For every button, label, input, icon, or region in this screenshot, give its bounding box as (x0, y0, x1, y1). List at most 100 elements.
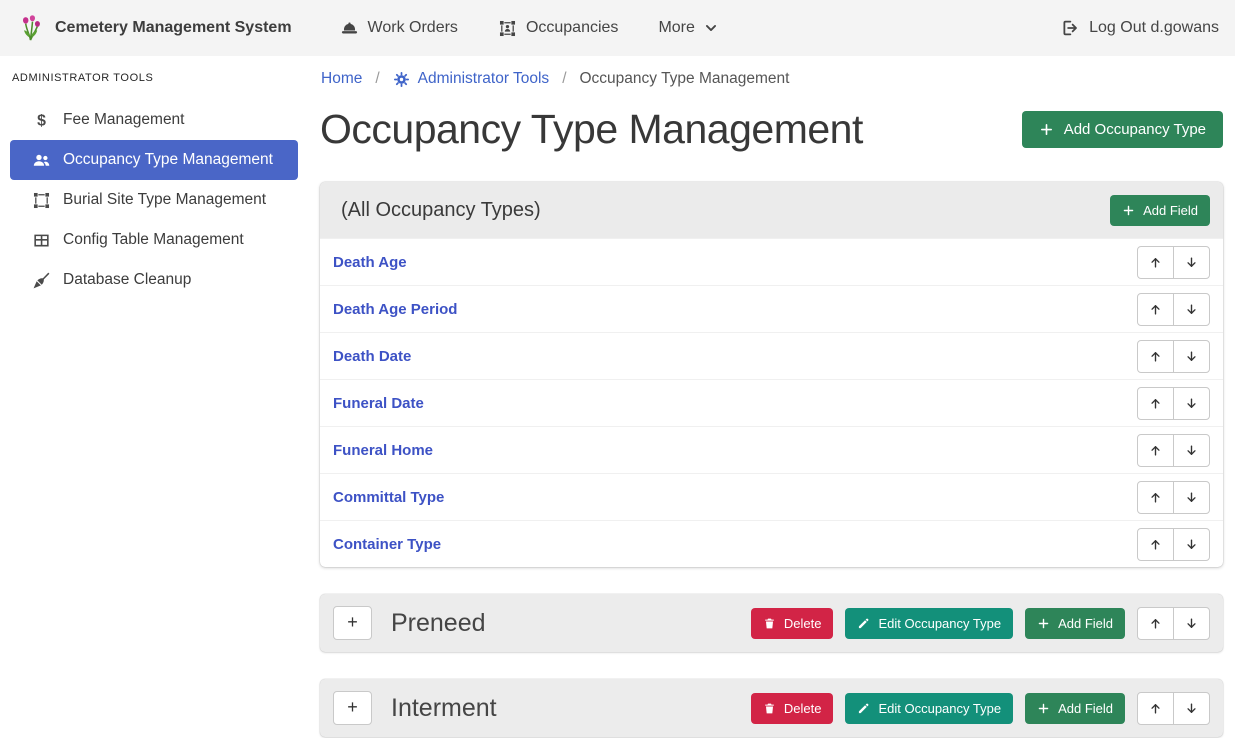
sidebar-item-config-table-management[interactable]: Config Table Management (10, 220, 298, 260)
sidebar-item-database-cleanup[interactable]: Database Cleanup (10, 260, 298, 300)
sidebar-item-label: Burial Site Type Management (63, 191, 266, 209)
move-up-button[interactable] (1137, 246, 1174, 279)
reorder-buttons (1137, 340, 1210, 373)
arrow-up-icon (1148, 443, 1163, 458)
move-up-button[interactable] (1137, 481, 1174, 514)
delete-button[interactable]: Delete (751, 693, 834, 724)
top-navbar: Cemetery Management System Work Orders O… (0, 0, 1235, 56)
nav-item-work-orders[interactable]: Work Orders (320, 19, 478, 38)
logout-label: Log Out d.gowans (1089, 19, 1219, 37)
logout-icon (1061, 19, 1079, 37)
move-up-button[interactable] (1137, 607, 1174, 640)
sidebar-item-fee-management[interactable]: $ Fee Management (10, 100, 298, 140)
move-up-button[interactable] (1137, 528, 1174, 561)
field-row-container-type: Container Type (320, 520, 1223, 567)
person-booth-icon (498, 19, 517, 38)
all-occupancy-types-card: (All Occupancy Types) Add Field Death Ag… (320, 182, 1223, 567)
field-link-container-type[interactable]: Container Type (333, 536, 441, 553)
nav-item-more[interactable]: More (638, 19, 737, 37)
reorder-buttons (1137, 293, 1210, 326)
move-up-button[interactable] (1137, 692, 1174, 725)
add-field-label: Add Field (1143, 203, 1198, 218)
field-link-committal-type[interactable]: Committal Type (333, 489, 444, 506)
breadcrumb: Home/Administrator Tools/Occupancy Type … (320, 70, 1223, 88)
dollar-icon: $ (31, 111, 51, 130)
arrow-down-icon (1184, 302, 1199, 317)
broom-icon (31, 271, 51, 290)
move-up-button[interactable] (1137, 293, 1174, 326)
arrow-up-icon (1148, 537, 1163, 552)
edit-occupancy-type-button[interactable]: Edit Occupancy Type (845, 693, 1013, 724)
occupancy-type-sections: + Preneed Delete Edit Occupancy Type Add… (320, 594, 1223, 737)
sidebar-item-label: Config Table Management (63, 231, 244, 249)
plus-icon (1122, 204, 1135, 217)
move-up-button[interactable] (1137, 434, 1174, 467)
edit-occupancy-type-button[interactable]: Edit Occupancy Type (845, 608, 1013, 639)
occupancy-type-name: Interment (391, 694, 497, 723)
sidebar: ADMINISTRATOR TOOLS $ Fee Management Occ… (0, 56, 310, 738)
field-row-death-age-period: Death Age Period (320, 285, 1223, 332)
arrow-down-icon (1184, 396, 1199, 411)
plus-icon (1037, 617, 1050, 630)
field-link-death-age-period[interactable]: Death Age Period (333, 301, 457, 318)
trash-icon (763, 702, 776, 715)
move-up-button[interactable] (1137, 340, 1174, 373)
field-link-funeral-date[interactable]: Funeral Date (333, 395, 424, 412)
expand-button[interactable]: + (333, 606, 372, 640)
occupancy-type-section-preneed: + Preneed Delete Edit Occupancy Type Add… (320, 594, 1223, 652)
arrow-up-icon (1148, 701, 1163, 716)
reorder-buttons (1137, 528, 1210, 561)
breadcrumb-occupancy-type-management: Occupancy Type Management (580, 70, 790, 88)
arrow-up-icon (1148, 396, 1163, 411)
breadcrumb-administrator-tools[interactable]: Administrator Tools (393, 70, 550, 88)
tulips-logo-icon (18, 15, 45, 42)
expand-button[interactable]: + (333, 691, 372, 725)
move-down-button[interactable] (1173, 528, 1210, 561)
sidebar-item-burial-site-type-management[interactable]: Burial Site Type Management (10, 180, 298, 220)
add-occupancy-type-button[interactable]: Add Occupancy Type (1022, 111, 1223, 148)
move-down-button[interactable] (1173, 607, 1210, 640)
chevron-down-icon (704, 21, 718, 35)
vector-square-icon (31, 191, 51, 210)
move-down-button[interactable] (1173, 340, 1210, 373)
arrow-down-icon (1184, 255, 1199, 270)
delete-button[interactable]: Delete (751, 608, 834, 639)
arrow-up-icon (1148, 302, 1163, 317)
occupancy-type-name: Preneed (391, 609, 486, 638)
table-icon (31, 231, 51, 250)
move-down-button[interactable] (1173, 692, 1210, 725)
move-up-button[interactable] (1137, 387, 1174, 420)
app-title[interactable]: Cemetery Management System (55, 19, 292, 37)
field-link-death-age[interactable]: Death Age (333, 254, 407, 271)
breadcrumb-home[interactable]: Home (321, 70, 362, 88)
move-down-button[interactable] (1173, 246, 1210, 279)
field-row-committal-type: Committal Type (320, 473, 1223, 520)
arrow-down-icon (1184, 490, 1199, 505)
arrow-up-icon (1148, 255, 1163, 270)
field-row-death-age: Death Age (320, 238, 1223, 285)
arrow-down-icon (1184, 616, 1199, 631)
card-header: (All Occupancy Types) Add Field (320, 182, 1223, 238)
logout-button[interactable]: Log Out d.gowans (1061, 19, 1219, 37)
plus-icon (1037, 702, 1050, 715)
move-down-button[interactable] (1173, 293, 1210, 326)
move-down-button[interactable] (1173, 481, 1210, 514)
arrow-down-icon (1184, 701, 1199, 716)
gear-icon (393, 71, 410, 88)
move-down-button[interactable] (1173, 434, 1210, 467)
pencil-icon (857, 702, 870, 715)
sidebar-items: $ Fee Management Occupancy Type Manageme… (0, 100, 310, 300)
add-field-button[interactable]: Add Field (1025, 693, 1125, 724)
field-link-funeral-home[interactable]: Funeral Home (333, 442, 433, 459)
field-link-death-date[interactable]: Death Date (333, 348, 411, 365)
trash-icon (763, 617, 776, 630)
arrow-up-icon (1148, 490, 1163, 505)
sidebar-item-occupancy-type-management[interactable]: Occupancy Type Management (10, 140, 298, 180)
nav-item-occupancies[interactable]: Occupancies (478, 19, 639, 38)
add-field-button[interactable]: Add Field (1110, 195, 1210, 226)
add-field-button[interactable]: Add Field (1025, 608, 1125, 639)
reorder-buttons (1137, 481, 1210, 514)
users-icon (31, 151, 51, 170)
add-occupancy-type-label: Add Occupancy Type (1064, 121, 1206, 138)
move-down-button[interactable] (1173, 387, 1210, 420)
